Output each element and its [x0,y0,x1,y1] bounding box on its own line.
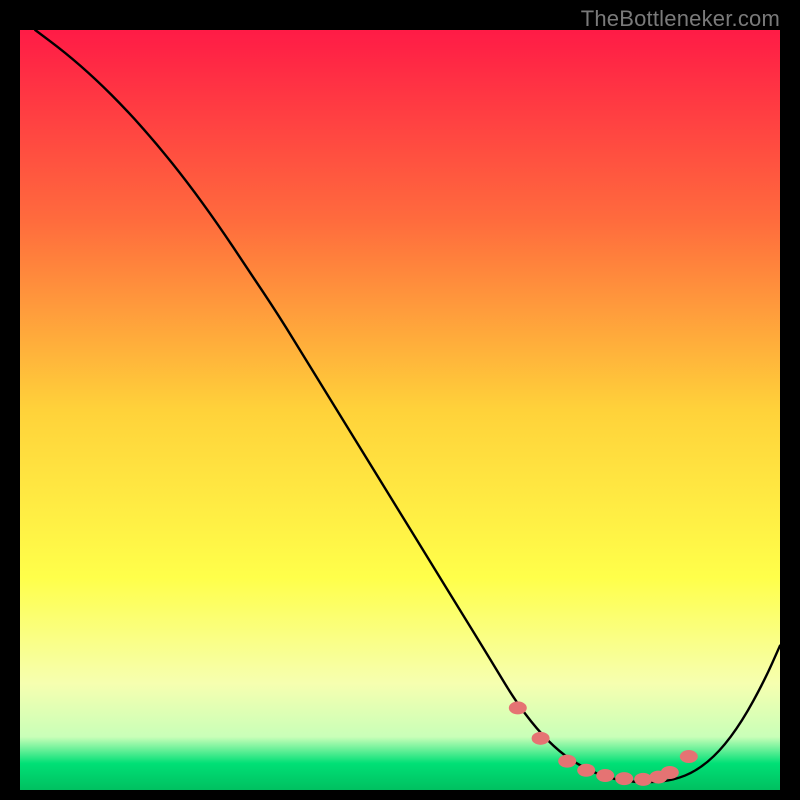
marker-point [680,750,698,763]
marker-point [634,773,652,786]
marker-point [558,755,576,768]
marker-point [509,701,527,714]
marker-point [596,769,614,782]
chart-canvas [20,30,780,790]
marker-point [532,732,550,745]
marker-point [661,766,679,779]
chart-frame [20,30,780,790]
marker-point [577,764,595,777]
marker-point [615,772,633,785]
watermark-text: TheBottleneker.com [581,6,780,32]
gradient-background [20,30,780,790]
